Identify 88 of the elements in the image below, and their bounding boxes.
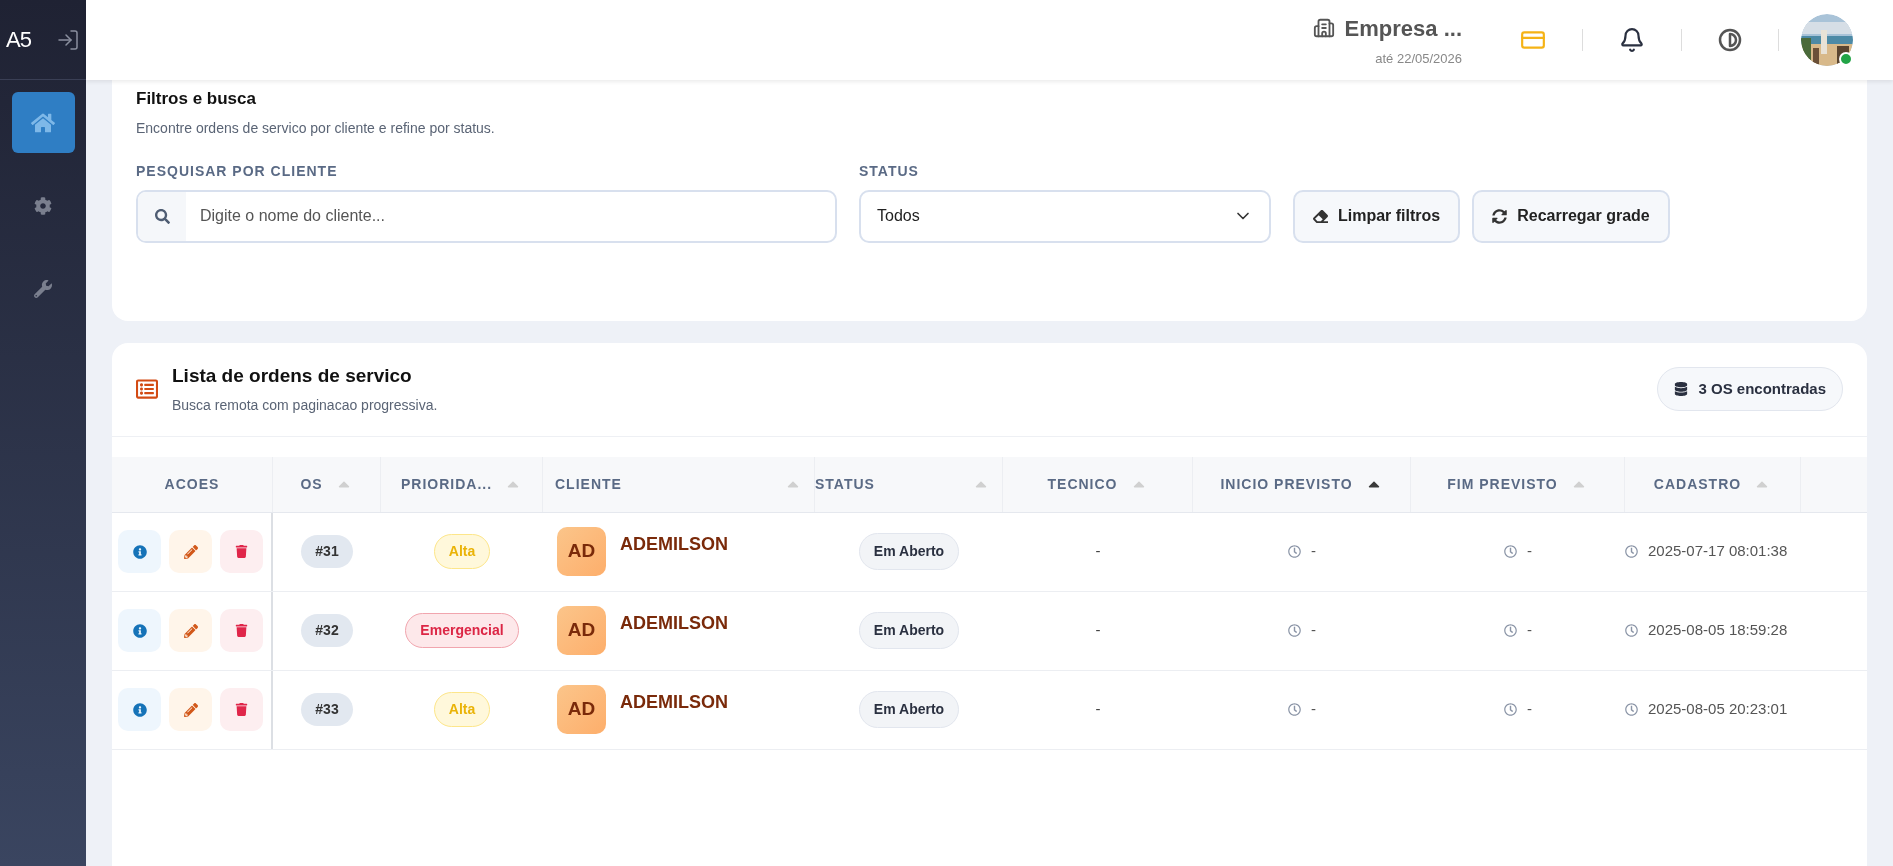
column-header[interactable]: TECNICO <box>1047 473 1118 495</box>
order-number: #32 <box>301 614 353 647</box>
clock-icon <box>1625 703 1638 716</box>
table-cell-text: - <box>1311 699 1316 720</box>
filter-button[interactable]: Limpar filtros <box>1293 189 1461 243</box>
eraser-icon <box>1313 208 1328 224</box>
priority-tag: Alta <box>433 534 491 569</box>
column-header[interactable]: PRIORIDA... <box>400 473 493 495</box>
company-name: Empresa ... <box>1344 14 1462 43</box>
trash-icon <box>235 545 248 558</box>
info-icon <box>132 544 147 559</box>
client-avatar: AD <box>557 606 606 655</box>
valid-until: até 22/05/2026 <box>1375 49 1462 68</box>
search-icon <box>154 208 170 224</box>
status-tag: Em Aberto <box>858 612 960 649</box>
table-cell-text: 2025-07-17 08:01:38 <box>1648 541 1788 562</box>
filter-button[interactable]: Recarregar grade <box>1472 189 1670 243</box>
info-icon <box>132 623 147 638</box>
edit-button[interactable] <box>169 609 212 652</box>
contrast-icon[interactable] <box>1718 28 1742 52</box>
clock-icon <box>1288 545 1301 558</box>
delete-button[interactable] <box>220 609 263 652</box>
table-cell-text: - <box>1095 541 1101 562</box>
nav-item[interactable] <box>11 92 75 153</box>
field-label: PESQUISAR POR CLIENTE <box>136 161 339 181</box>
gear-icon <box>34 196 52 215</box>
table-cell-text: - <box>1527 620 1532 641</box>
client-name: ADEMILSON <box>620 532 728 556</box>
card-title: Filtros e busca <box>136 88 257 110</box>
priority-tag: Emergencial <box>405 613 519 648</box>
order-number: #33 <box>301 693 353 726</box>
clock-icon <box>1625 545 1638 558</box>
info-button[interactable] <box>118 530 161 573</box>
card-title: Lista de ordens de servico <box>172 364 413 389</box>
clock-icon <box>1504 703 1517 716</box>
pencil-icon <box>183 544 198 559</box>
pencil-icon <box>183 702 198 717</box>
order-number: #31 <box>301 535 353 568</box>
info-icon <box>132 702 147 717</box>
info-button[interactable] <box>118 688 161 731</box>
building-icon <box>1312 17 1335 40</box>
refresh-icon <box>1492 208 1508 224</box>
logo: A5 <box>6 26 31 54</box>
pencil-icon <box>183 623 198 638</box>
clock-icon <box>1288 624 1301 637</box>
column-header[interactable]: CADASTRO <box>1653 473 1742 495</box>
table-cell-text: 2025-08-05 20:23:01 <box>1648 699 1788 720</box>
table-cell-text: - <box>1527 699 1532 720</box>
column-header[interactable]: FIM PREVISTO <box>1447 473 1558 495</box>
wrench-icon <box>34 279 52 298</box>
client-name: ADEMILSON <box>620 611 728 635</box>
column-header[interactable]: CLIENTE <box>555 473 622 495</box>
status-select[interactable]: Todos <box>859 189 1271 243</box>
client-name: ADEMILSON <box>620 690 728 714</box>
column-header[interactable]: OS <box>300 473 323 495</box>
table-cell-text: 2025-08-05 18:59:28 <box>1648 620 1788 641</box>
table-cell-text: - <box>1527 541 1532 562</box>
clock-icon <box>1504 545 1517 558</box>
trash-icon <box>235 703 248 716</box>
trash-icon <box>235 624 248 637</box>
column-header[interactable]: STATUS <box>815 473 875 495</box>
count-badge: 3 OS encontradas <box>1657 367 1843 411</box>
clock-icon <box>1625 624 1638 637</box>
edit-button[interactable] <box>169 688 212 731</box>
edit-button[interactable] <box>169 530 212 573</box>
status-tag: Em Aberto <box>858 691 960 728</box>
status-tag: Em Aberto <box>858 533 960 570</box>
database-icon <box>1674 382 1689 396</box>
priority-tag: Alta <box>433 692 491 727</box>
column-header[interactable]: INICIO PREVISTO <box>1220 473 1353 495</box>
column-header[interactable]: ACOES <box>164 473 220 495</box>
client-avatar: AD <box>557 685 606 734</box>
table-cell-text: - <box>1311 620 1316 641</box>
login-icon[interactable] <box>56 27 80 52</box>
card-subtitle: Encontre ordens de servico por cliente e refine por status. <box>136 118 496 138</box>
delete-button[interactable] <box>220 530 263 573</box>
table-cell-text: - <box>1095 699 1101 720</box>
field-label: STATUS <box>859 161 920 181</box>
clock-icon <box>1504 624 1517 637</box>
table-cell-text: - <box>1311 541 1316 562</box>
info-button[interactable] <box>118 609 161 652</box>
bell-icon[interactable] <box>1619 27 1645 53</box>
client-avatar: AD <box>557 527 606 576</box>
card-subtitle: Busca remota com paginacao progressiva. <box>172 395 438 415</box>
table-cell-text: - <box>1095 620 1101 641</box>
delete-button[interactable] <box>220 688 263 731</box>
clock-icon <box>1288 703 1301 716</box>
list-icon <box>136 378 158 400</box>
